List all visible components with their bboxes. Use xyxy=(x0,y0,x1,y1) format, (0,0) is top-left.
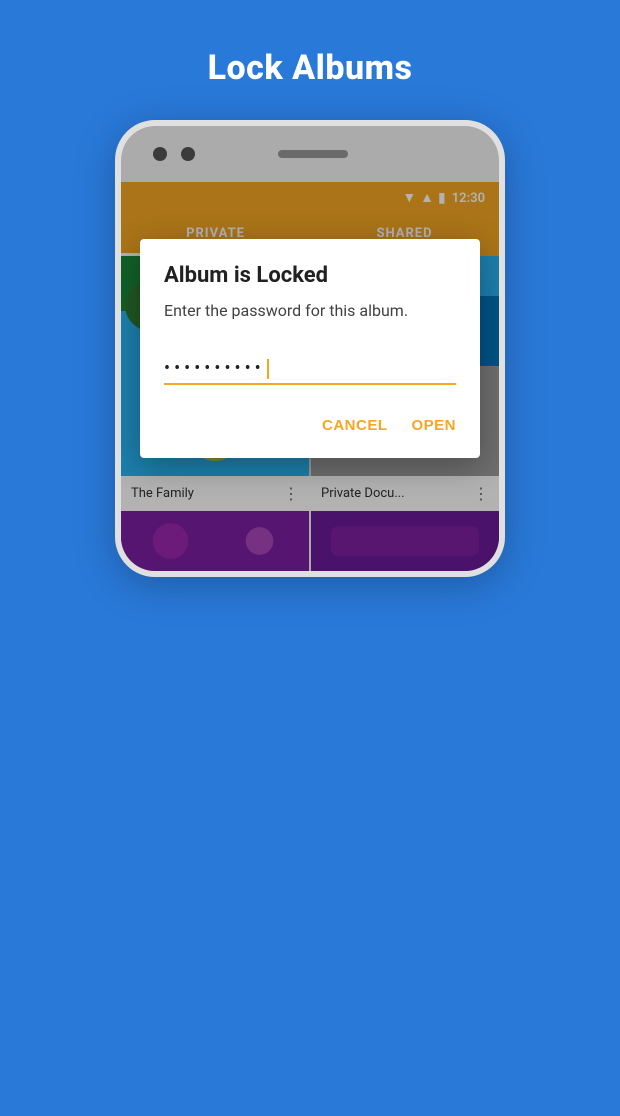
open-button[interactable]: OPEN xyxy=(411,409,456,442)
lock-dialog: Album is Locked Enter the password for t… xyxy=(140,239,480,458)
phone-body: ▼ ▲ ▮ 12:30 PRIVATE SHARED xyxy=(115,120,505,577)
dialog-message: Enter the password for this album. xyxy=(164,300,456,322)
dialog-buttons: CANCEL OPEN xyxy=(164,409,456,442)
dialog-title: Album is Locked xyxy=(164,263,456,288)
dialog-overlay: Album is Locked Enter the password for t… xyxy=(121,126,499,571)
page-title: Lock Albums xyxy=(0,0,620,120)
password-dots-text: •••••••••• xyxy=(164,358,265,379)
phone-mockup: ▼ ▲ ▮ 12:30 PRIVATE SHARED xyxy=(0,120,620,577)
text-cursor xyxy=(267,359,269,379)
password-display: •••••••••• xyxy=(164,354,456,385)
cancel-button[interactable]: CANCEL xyxy=(322,409,388,442)
password-field-wrapper[interactable]: •••••••••• xyxy=(164,354,456,385)
